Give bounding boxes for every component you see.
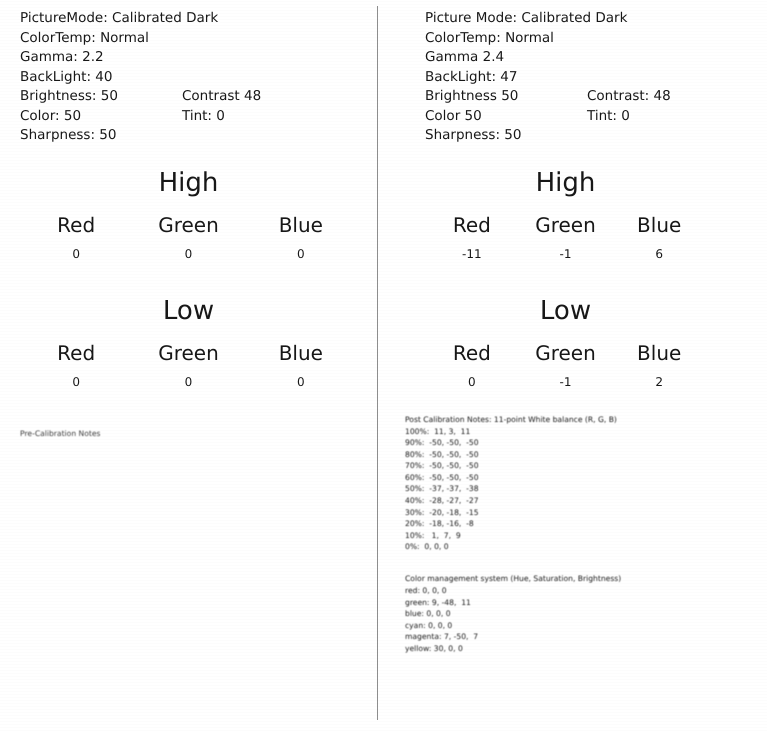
wb-notes-rows: 100%: 11, 3, 11 90%: -50, -50, -50 80%: … — [405, 426, 754, 554]
color-line: Color 50 — [425, 107, 482, 124]
channel-label-red: Red — [452, 340, 491, 365]
channel-label-blue: Blue — [278, 212, 323, 237]
cms-note-row: magenta: 7, -50, 7 — [405, 632, 479, 642]
low-value-red: 0 — [72, 374, 80, 389]
low-value-green: -1 — [559, 374, 572, 389]
contrast-line: Contrast: 48 — [587, 88, 671, 104]
low-value-red: 0 — [468, 374, 476, 389]
low-channel-values: 0 -1 2 — [425, 372, 706, 392]
high-channel-values: 0 0 0 — [20, 244, 357, 264]
wb-note-row: 30%: -20, -18, -15 — [405, 507, 479, 517]
wb-note-row: 0%: 0, 0, 0 — [405, 542, 449, 552]
color-line: Color: 50 — [20, 107, 82, 124]
backlight-line: BackLight: 47 — [425, 68, 518, 85]
channel-label-green: Green — [158, 212, 219, 237]
cms-notes-block: Color management system (Hue, Saturation… — [405, 573, 754, 655]
panel-divider — [377, 6, 378, 720]
channel-label-green: Green — [158, 340, 219, 365]
high-value-blue: 0 — [297, 246, 305, 261]
post-white-balance-high: High Red Green Blue -11 -1 6 — [425, 168, 754, 264]
high-value-green: 0 — [184, 246, 193, 261]
high-value-red: 0 — [72, 246, 80, 261]
cms-notes-title: Color management system (Hue, Saturation… — [405, 574, 622, 584]
pre-white-balance-low: Low Red Green Blue 0 0 0 — [20, 296, 377, 392]
wb-note-row: 60%: -50, -50, -50 — [405, 472, 479, 482]
low-channel-values: 0 0 0 — [20, 372, 357, 392]
low-channel-headers: Red Green Blue — [20, 340, 357, 366]
cms-note-row: blue: 0, 0, 0 — [405, 609, 451, 619]
cms-note-row: red: 0, 0, 0 — [405, 586, 447, 596]
post-calibration-panel: Picture Mode: Calibrated Dark ColorTemp:… — [377, 0, 754, 731]
color-temp-line: ColorTemp: Normal — [425, 29, 554, 46]
low-value-green: 0 — [184, 374, 193, 389]
pre-calibration-panel: PictureMode: Calibrated Dark ColorTemp: … — [0, 0, 377, 731]
brightness-line: Brightness: 50 — [20, 88, 118, 104]
wb-note-row: 80%: -50, -50, -50 — [405, 449, 479, 459]
brightness-line: Brightness 50 — [425, 88, 519, 104]
tint-line: Tint: 0 — [182, 107, 225, 124]
high-channel-headers: Red Green Blue — [20, 212, 357, 238]
high-value-red: -11 — [462, 246, 482, 261]
cms-note-row: green: 9, -48, 11 — [405, 597, 471, 607]
low-channel-headers: Red Green Blue — [425, 340, 706, 366]
picture-mode-line: Picture Mode: Calibrated Dark — [425, 10, 628, 26]
pre-white-balance-high: High Red Green Blue 0 0 0 — [20, 168, 377, 264]
brightness-contrast-row: Brightness 50 Contrast: 48 — [425, 87, 754, 107]
color-temp-line: ColorTemp: Normal — [20, 29, 149, 46]
pre-calibration-footnote: Pre-Calibration Notes — [20, 428, 101, 438]
wb-note-row: 20%: -18, -16, -8 — [405, 519, 474, 529]
wb-note-row: 10%: 1, 7, 9 — [405, 530, 461, 540]
wb-note-row: 90%: -50, -50, -50 — [405, 438, 479, 448]
high-channel-values: -11 -1 6 — [425, 244, 706, 264]
brightness-contrast-row: Brightness: 50 Contrast 48 — [20, 87, 377, 107]
post-white-balance-low: Low Red Green Blue 0 -1 2 — [425, 296, 754, 392]
channel-label-red: Red — [452, 212, 491, 237]
sharpness-line: Sharpness: 50 — [425, 127, 522, 143]
wb-note-row: 70%: -50, -50, -50 — [405, 461, 479, 471]
channel-label-green: Green — [535, 212, 596, 237]
sharpness-line: Sharpness: 50 — [20, 127, 117, 143]
color-tint-row: Color: 50 Tint: 0 — [20, 107, 377, 127]
high-value-blue: 6 — [655, 246, 663, 261]
contrast-line: Contrast 48 — [182, 88, 262, 104]
channel-label-red: Red — [57, 212, 96, 237]
high-value-green: -1 — [559, 246, 572, 261]
gamma-line: Gamma: 2.2 — [20, 49, 104, 65]
channel-label-red: Red — [57, 340, 96, 365]
gamma-line: Gamma 2.4 — [425, 49, 505, 65]
low-title: Low — [162, 295, 215, 326]
channel-label-blue: Blue — [278, 340, 323, 365]
cms-notes-rows: red: 0, 0, 0 green: 9, -48, 11 blue: 0, … — [405, 585, 754, 655]
low-value-blue: 0 — [297, 374, 305, 389]
high-title: High — [158, 167, 219, 198]
cms-note-row: yellow: 30, 0, 0 — [405, 644, 463, 653]
channel-label-green: Green — [535, 340, 596, 365]
tint-line: Tint: 0 — [587, 107, 630, 124]
high-channel-headers: Red Green Blue — [425, 212, 706, 238]
white-balance-notes-title: Post Calibration Notes: 11-point White b… — [405, 414, 617, 424]
high-title: High — [535, 167, 596, 198]
wb-note-row: 50%: -37, -37, -38 — [405, 484, 479, 494]
color-tint-row: Color 50 Tint: 0 — [425, 107, 754, 127]
calibration-document: PictureMode: Calibrated Dark ColorTemp: … — [0, 0, 767, 731]
pre-settings-block: PictureMode: Calibrated Dark ColorTemp: … — [20, 9, 377, 146]
picture-mode-line: PictureMode: Calibrated Dark — [20, 10, 219, 26]
channel-label-blue: Blue — [637, 340, 682, 365]
channel-label-blue: Blue — [637, 212, 682, 237]
post-settings-block: Picture Mode: Calibrated Dark ColorTemp:… — [425, 9, 754, 146]
wb-note-row: 100%: 11, 3, 11 — [405, 426, 471, 436]
white-balance-notes-block: Post Calibration Notes: 11-point White b… — [405, 414, 754, 554]
low-value-blue: 2 — [655, 374, 663, 389]
backlight-line: BackLight: 40 — [20, 68, 113, 85]
low-title: Low — [539, 295, 592, 326]
cms-note-row: cyan: 0, 0, 0 — [405, 620, 453, 630]
wb-note-row: 40%: -28, -27, -27 — [405, 496, 479, 506]
